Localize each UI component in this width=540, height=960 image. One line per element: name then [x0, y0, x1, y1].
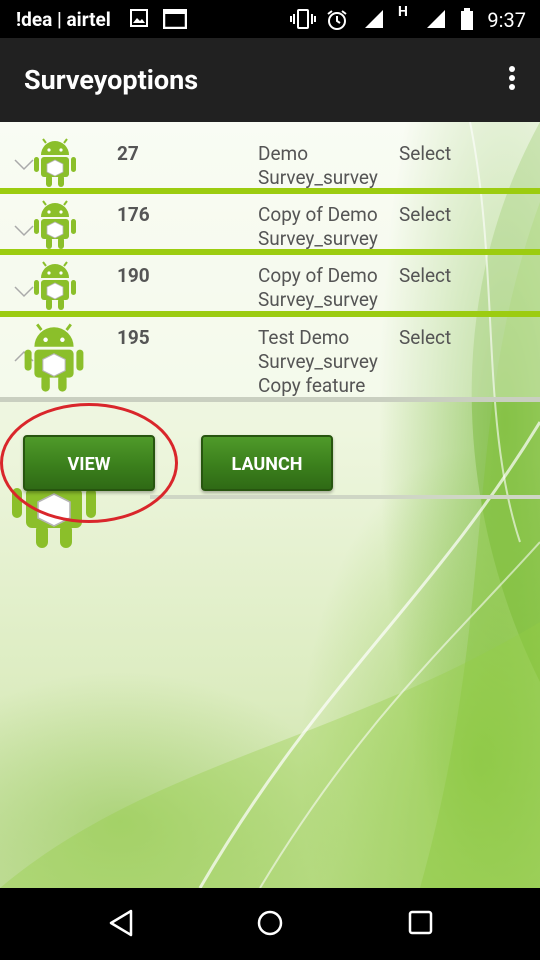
chevron-down-icon: [14, 222, 34, 241]
signal-h-icon: [426, 9, 446, 34]
chevron-down-icon: [14, 283, 34, 302]
survey-id: 176: [117, 203, 150, 226]
select-link[interactable]: Select: [399, 142, 451, 165]
android-icon: [34, 200, 76, 254]
screen-icon: [162, 8, 188, 34]
launch-button[interactable]: LAUNCH: [201, 435, 333, 491]
alarm-icon: [326, 9, 348, 36]
android-icon: [34, 261, 76, 315]
home-icon[interactable]: [256, 908, 284, 942]
battery-icon: [461, 8, 473, 35]
survey-name: Demo Survey_survey: [258, 142, 378, 189]
android-icon: [12, 482, 96, 560]
row-divider: [0, 397, 540, 402]
signal-icon: [364, 9, 384, 34]
network-type-label: H: [398, 4, 408, 20]
survey-id: 195: [117, 326, 150, 349]
system-nav-bar: [0, 888, 540, 960]
back-icon[interactable]: [107, 908, 135, 942]
clock: 9:37: [487, 8, 526, 32]
survey-name: Copy of Demo Survey_survey: [258, 264, 378, 311]
select-link[interactable]: Select: [399, 326, 451, 349]
survey-name: Copy of Demo Survey_survey: [258, 203, 378, 250]
survey-id: 190: [117, 264, 150, 287]
android-icon: [24, 323, 84, 397]
survey-id: 27: [117, 142, 139, 165]
app-toolbar: Surveyoptions: [0, 38, 540, 122]
select-link[interactable]: Select: [399, 203, 451, 226]
recents-icon[interactable]: [407, 908, 435, 942]
survey-row[interactable]: 27 Demo Survey_survey Select: [0, 122, 540, 189]
select-link[interactable]: Select: [399, 264, 451, 287]
survey-row[interactable]: 190 Copy of Demo Survey_survey Select: [0, 255, 540, 311]
status-bar: !dea | airtel H 9:37: [0, 0, 540, 38]
survey-row[interactable]: 176 Copy of Demo Survey_survey Select: [0, 194, 540, 250]
survey-list-area: 27 Demo Survey_survey Select 176 Copy of…: [0, 122, 540, 888]
action-divider: [150, 495, 540, 499]
overflow-menu-icon[interactable]: [502, 66, 522, 94]
vibrate-icon: [290, 9, 316, 34]
survey-name: Test Demo Survey_survey Copy feature: [258, 326, 378, 397]
view-button[interactable]: VIEW: [23, 435, 155, 491]
android-icon: [34, 138, 76, 192]
page-title: Surveyoptions: [24, 64, 199, 96]
survey-row[interactable]: 195 Test Demo Survey_survey Copy feature…: [0, 317, 540, 397]
carrier-label: !dea | airtel: [16, 8, 111, 31]
image-icon: [130, 9, 148, 32]
chevron-down-icon: [14, 156, 34, 175]
